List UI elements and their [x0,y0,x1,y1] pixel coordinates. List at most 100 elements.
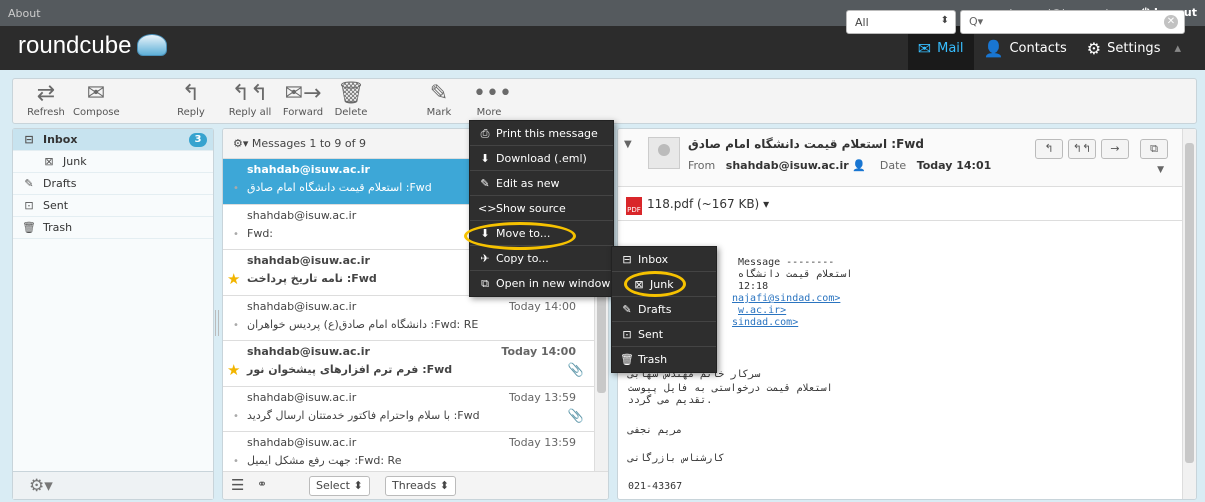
about-link[interactable]: About [8,7,41,20]
menu-label: Print this message [496,127,598,140]
clear-icon[interactable]: ✕ [1164,15,1178,29]
folder-trash[interactable]: 🗑 Trash [13,217,213,239]
submenu-item-drafts[interactable]: ✎ Drafts [612,297,716,322]
inbox-icon: ⊟ [24,133,34,146]
roundcube-logo[interactable]: roundcube [18,32,168,62]
more-label: More [476,107,502,118]
inbox-icon: ⊟ [622,253,632,266]
more-button[interactable]: ••• More [473,81,512,118]
menu-label: Trash [638,353,668,366]
submenu-item-inbox[interactable]: ⊟ Inbox [612,247,716,272]
trash-icon: 🗑 [22,221,36,234]
highlight-ring [464,222,576,250]
reply-all-button[interactable]: ↰↰ Reply all [225,81,275,118]
body-link[interactable]: najafi@sindad.com> [732,293,840,304]
menu-item-open-new-window[interactable]: ⧉ Open in new window [470,271,613,296]
forward-button[interactable]: ✉→ Forward [281,81,325,118]
gear-icon[interactable]: ⚙▾ [29,476,53,496]
logo-icon [137,34,168,56]
email-link[interactable]: w.ac.ir> [738,305,786,316]
preview-scrollbar[interactable] [1182,129,1196,499]
menu-label: Edit as new [496,177,560,190]
forward-icon: ✉→ [284,81,322,106]
date-label: Date [879,159,907,172]
list-view-icon[interactable]: ☰ [231,476,244,494]
chevron-down-icon[interactable]: ▼ [1157,165,1164,175]
sender-address[interactable]: shahdab@isuw.ac.ir [726,159,849,172]
mark-button[interactable]: ✎ Mark [423,81,455,118]
reply-all-label: Reply all [228,107,272,118]
body-link[interactable]: w.ac.ir> [738,305,786,316]
sent-icon: ⊡ [622,328,632,341]
more-icon: ••• [473,81,512,106]
folder-junk[interactable]: ⊠ Junk [13,151,213,173]
compose-button[interactable]: ✉ Compose [73,81,120,118]
folder-sent[interactable]: ⊡ Sent [13,195,213,217]
collapse-icon[interactable]: ▼ [624,139,632,150]
refresh-button[interactable]: ⇄ Refresh [25,81,67,118]
chevron-down-icon[interactable]: ▾ [763,197,769,211]
splitter-handle[interactable] [215,310,219,336]
folder-drafts[interactable]: ✎ Drafts [13,173,213,195]
menu-item-download[interactable]: ⬇ Download (.eml) [470,146,613,171]
scroll-thumb[interactable] [1185,143,1194,463]
unread-count: 3 [189,133,207,147]
status-dot-icon: • [233,319,239,331]
threads-dropdown[interactable]: Threads ⬍ [385,476,456,496]
paperclip-icon: 📎 [567,408,584,424]
threads-toggle-icon[interactable]: ⚭ [257,477,267,491]
menu-item-edit-as-new[interactable]: ✎ Edit as new [470,171,613,196]
submenu-item-trash[interactable]: 🗑 Trash [612,347,716,372]
preview-meta: From shahdab@isuw.ac.ir 👤 Date Today 14:… [688,159,991,172]
submenu-item-sent[interactable]: ⊡ Sent [612,322,716,347]
junk-icon: ⊠ [44,155,54,168]
list-options-icon[interactable]: ⚙▾ [233,137,248,150]
toolbar: ⇄ Refresh ✉ Compose ↰ Reply ↰↰ Reply all ✉→ F… [12,78,1197,124]
filter-select[interactable]: All ⬍ [846,10,956,34]
search-input[interactable]: Q▾ ✕ [960,10,1185,34]
attachment[interactable]: PDF 118.pdf (~167 KB) ▾ [618,187,1196,221]
nav-contacts-label: Contacts [1009,40,1067,56]
reply-all-icon[interactable]: ↰↰ [1068,139,1096,159]
pencil-icon: ✎ [24,177,34,190]
menu-label: Inbox [638,253,669,266]
status-dot-icon: • [233,456,239,467]
email-link[interactable]: najafi@sindad.com> [732,293,840,304]
star-icon[interactable]: ★ [227,361,240,379]
forward-icon[interactable]: → [1101,139,1129,159]
body-line: استعلام قيمت دانشگاه [738,269,853,280]
code-icon: <> [478,202,497,215]
menu-item-show-source[interactable]: <>Show source [470,196,613,221]
reply-icon[interactable]: ↰ [1035,139,1063,159]
header-actions: ↰ ↰↰ → ⧉ [1035,139,1168,159]
star-icon[interactable]: ★ [227,270,240,288]
more-menu: ⎙ Print this message ⬇ Download (.eml) ✎ Ed… [469,120,614,297]
menu-item-copy-to[interactable]: ✈ Copy to... [470,246,613,271]
table-row[interactable]: shahdab@isuw.ac.ir Today 13:59 • با سلام… [223,387,608,432]
status-dot-icon: • [233,410,239,422]
table-row[interactable]: shahdab@isuw.ac.ir Today 14:00 • دانشگاه… [223,296,608,341]
table-row[interactable]: shahdab@isuw.ac.ir Today 14:00 ★ فرم ترم… [223,341,608,387]
email-link[interactable]: sindad.com> [732,317,798,328]
reply-button[interactable]: ↰ Reply [173,81,209,118]
folder-label: Trash [43,221,73,234]
menu-label: Drafts [638,303,672,316]
select-dropdown[interactable]: Select ⬍ [309,476,370,496]
folder-label: Sent [43,199,69,212]
nav-mail-label: Mail [937,40,964,56]
menu-label: Sent [638,328,664,341]
attachment-name: 118.pdf (~167 KB) [647,197,760,211]
pdf-icon: PDF [626,197,642,215]
filter-value: All [855,16,869,29]
menu-item-print[interactable]: ⎙ Print this message [470,121,613,146]
threads-label: Threads [392,479,437,492]
body-link[interactable]: sindad.com> [732,317,798,328]
delete-button[interactable]: 🗑 Delete [331,81,371,118]
folder-inbox[interactable]: ⊟ Inbox 3 [13,129,213,151]
refresh-icon: ⇄ [36,81,56,106]
person-icon: 👤 [983,38,1004,58]
open-window-icon[interactable]: ⧉ [1140,139,1168,159]
pencil-icon: ✎ [429,81,449,106]
add-contact-icon[interactable]: 👤 [852,159,866,172]
updown-icon: ⬍ [439,479,449,492]
